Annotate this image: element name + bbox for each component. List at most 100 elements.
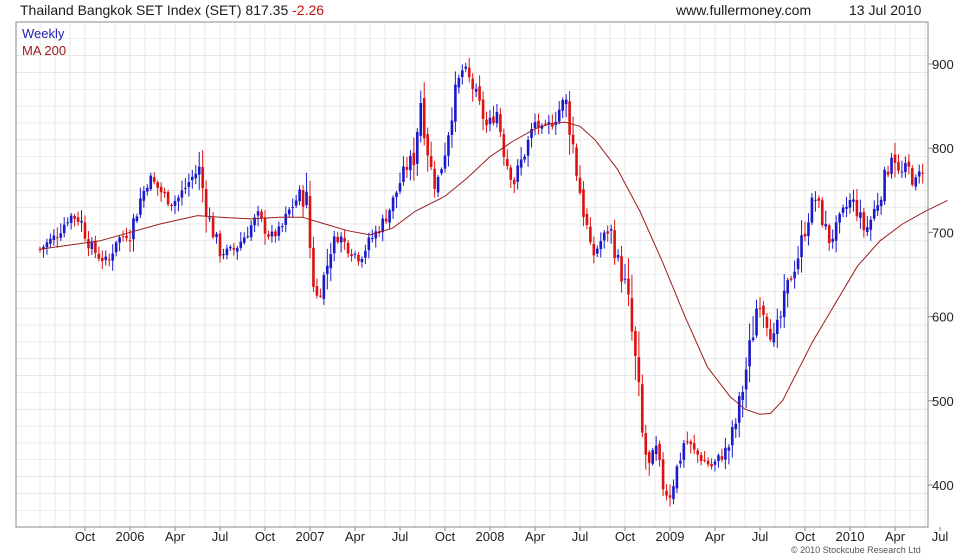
candle-body (360, 258, 364, 263)
candle-body (838, 213, 841, 223)
candle-body (592, 243, 596, 256)
candle-body (720, 456, 724, 460)
candle-body (758, 308, 762, 310)
candle-body (682, 443, 686, 461)
candle-body (609, 229, 613, 231)
candle-body (429, 156, 433, 167)
x-tick-label: Oct (435, 529, 456, 544)
candle-body (76, 217, 80, 222)
candle-body (197, 166, 201, 175)
candle-body (786, 280, 789, 294)
candle-body (104, 256, 108, 260)
candle-body (679, 460, 682, 464)
candle-body (229, 246, 232, 249)
candle-body (163, 191, 166, 194)
candle-body (769, 328, 772, 340)
candle-body (599, 241, 603, 250)
candle-body (436, 176, 440, 193)
x-tick-label: Oct (75, 529, 96, 544)
candle-body (713, 461, 717, 465)
candle-body (256, 211, 260, 216)
candle-body (384, 218, 388, 222)
candle-body (762, 305, 765, 316)
candle-body (80, 220, 83, 223)
candle-body (305, 191, 308, 206)
x-tick-label: 2008 (476, 529, 505, 544)
candle-body (267, 234, 270, 237)
candle-body (627, 278, 630, 295)
candle-body (294, 200, 298, 206)
candle-body (416, 131, 419, 164)
candle-body (748, 340, 751, 367)
x-tick-label: Apr (705, 529, 726, 544)
candle-body (776, 319, 779, 335)
candle-body (644, 433, 648, 455)
candle-body (381, 218, 384, 233)
candlestick-chart: Oct 2006 Apr Jul Oct 2007 Apr Jul Oct 2008 Apr Jul O… (15, 21, 954, 544)
candle-body (146, 187, 149, 192)
candle-body (59, 233, 63, 238)
x-tick-label: Jul (572, 529, 589, 544)
candle-body (367, 237, 371, 251)
candle-body (571, 134, 575, 145)
candle-body (90, 242, 94, 249)
candle-body (443, 155, 447, 169)
candle-body (866, 227, 869, 232)
candle-body (703, 459, 706, 461)
candle-body (159, 186, 163, 193)
candle-body (557, 109, 561, 122)
candle-body (343, 237, 346, 242)
candle-body (149, 175, 153, 190)
candle-body (779, 316, 783, 318)
candle-body (101, 257, 104, 261)
candle-body (204, 189, 208, 216)
candle-body (897, 161, 900, 171)
candle-body (69, 215, 73, 223)
x-tick-label: Oct (615, 529, 636, 544)
candle-body (395, 192, 398, 198)
x-tick-label: Jul (932, 529, 949, 544)
candle-body (263, 217, 267, 234)
candle-body (239, 241, 243, 248)
x-tick-label: Apr (345, 529, 366, 544)
candle-body (665, 490, 668, 496)
candle-body (526, 139, 530, 156)
candle-body (350, 254, 353, 257)
candle-body (156, 182, 159, 188)
candle-body (658, 443, 661, 460)
candle-body (499, 114, 502, 133)
candle-body (260, 211, 263, 219)
candle-body (412, 152, 416, 166)
candle-body (232, 247, 236, 250)
candle-body (461, 70, 464, 78)
candle-body (810, 197, 814, 223)
x-tick-label: Oct (795, 529, 816, 544)
candle-body (246, 236, 249, 238)
x-tick-label: Apr (525, 529, 546, 544)
legend-weekly: Weekly (22, 26, 65, 41)
candle-body (208, 217, 211, 219)
candle-body (561, 100, 564, 111)
candle-body (128, 240, 132, 242)
legend-ma-200: MA 200 (22, 43, 67, 58)
candle-body (405, 166, 409, 170)
candle-body (852, 199, 855, 202)
candle-body (371, 238, 374, 240)
x-tick-label: Jul (392, 529, 409, 544)
candle-body (724, 447, 727, 460)
candle-body (184, 187, 187, 189)
candle-body (322, 275, 326, 299)
candle-body (516, 165, 519, 182)
candle-body (319, 295, 322, 297)
candle-body (692, 443, 696, 450)
candle-body (281, 226, 284, 228)
candle-body (346, 242, 350, 254)
candle-body (474, 88, 478, 92)
candle-body (800, 235, 803, 257)
candle-body (582, 189, 585, 218)
candle-body (831, 238, 834, 242)
candle-body (478, 86, 481, 101)
candle-body (519, 159, 523, 168)
x-tick-label: Oct (255, 529, 276, 544)
candle-body (450, 120, 454, 135)
